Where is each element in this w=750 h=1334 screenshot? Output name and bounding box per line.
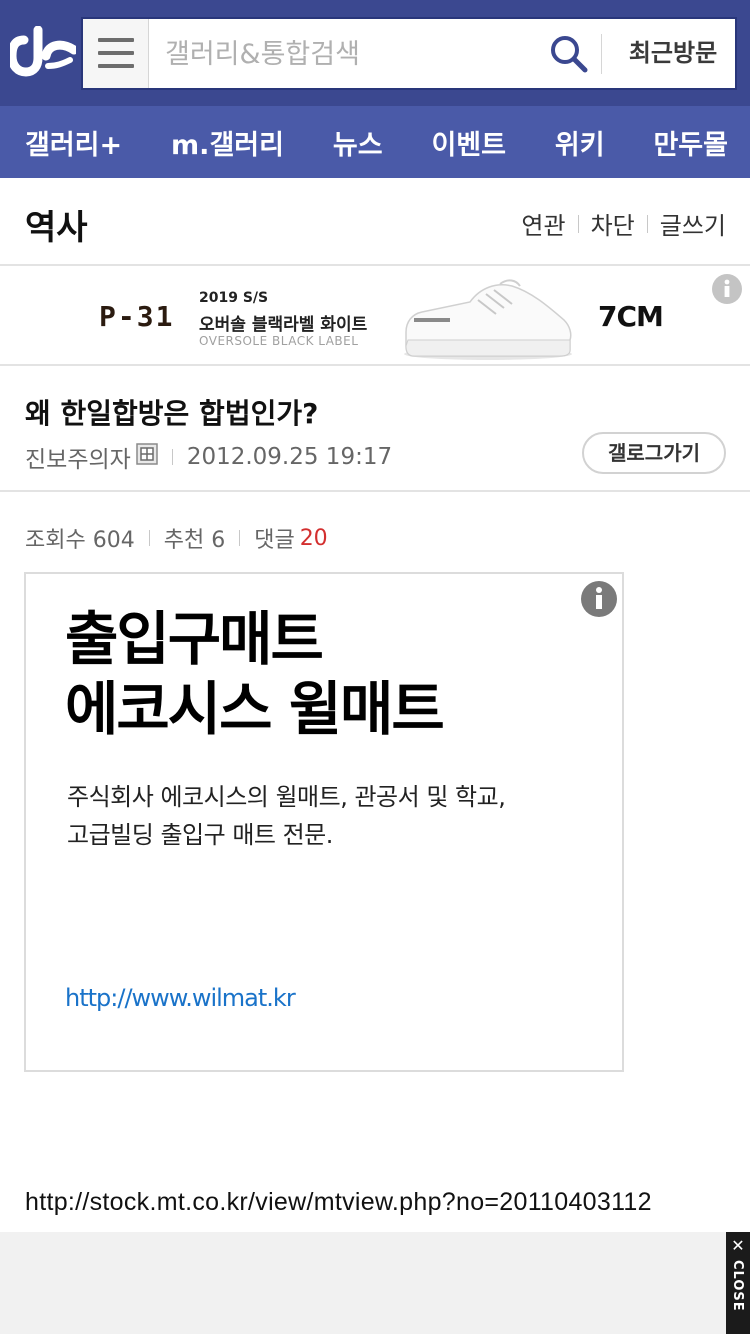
dc-logo-icon[interactable] — [10, 26, 76, 80]
ad-url-link[interactable]: http://www.wilmat.kr — [65, 984, 296, 1012]
gallog-button[interactable]: 갤로그가기 — [582, 432, 726, 474]
nav-item-m-gallery[interactable]: m.갤러리 — [171, 123, 284, 162]
ad-season: 2019 S/S — [199, 290, 269, 306]
close-ad-button[interactable]: ✕ CLOSE — [726, 1232, 750, 1334]
divider — [646, 214, 648, 233]
nav-item-wiki[interactable]: 위키 — [555, 123, 605, 162]
ad-height-label: 7CM — [598, 300, 664, 333]
info-icon[interactable] — [712, 274, 742, 304]
post-stats: 조회수 604 추천 6 댓글 20 — [25, 522, 328, 554]
post-body-link[interactable]: http://stock.mt.co.kr/view/mtview.php?no… — [25, 1188, 652, 1217]
ad-product-label: OVERSOLE BLACK LABEL — [199, 334, 359, 348]
main-nav: 갤러리+ m.갤러리 뉴스 이벤트 위키 만두몰 — [0, 106, 750, 178]
post-meta: 진보주의자 2012.09.25 19:17 — [25, 440, 392, 474]
ad-headline: 출입구매트 에코시스 윌매트 — [65, 604, 445, 744]
divider — [148, 530, 150, 546]
post-author[interactable]: 진보주의자 — [25, 440, 131, 474]
view-count: 조회수 604 — [25, 528, 135, 553]
ad-description: 주식회사 에코시스의 윌매트, 관공서 및 학교, 고급빌딩 출입구 매트 전문… — [67, 778, 607, 854]
ad-description-line2: 고급빌딩 출입구 매트 전문. — [67, 821, 333, 849]
banner-ad[interactable]: P-31 2019 S/S 오버솔 블랙라벨 화이트 OVERSOLE BLAC… — [0, 266, 750, 366]
search-input[interactable] — [165, 33, 545, 75]
ad-headline-line1: 출입구매트 — [65, 605, 324, 673]
gallery-header: 역사 연관 차단 글쓰기 — [0, 178, 750, 266]
info-icon[interactable] — [580, 580, 618, 618]
close-label: CLOSE — [730, 1260, 745, 1312]
nav-item-event[interactable]: 이벤트 — [431, 123, 506, 162]
shoe-image — [404, 279, 572, 360]
block-button[interactable]: 차단 — [591, 206, 635, 241]
content-ad[interactable]: 출입구매트 에코시스 윌매트 주식회사 에코시스의 윌매트, 관공서 및 학교,… — [24, 572, 624, 1072]
ad-description-line1: 주식회사 에코시스의 윌매트, 관공서 및 학교, — [67, 783, 506, 811]
divider — [171, 449, 173, 465]
divider — [239, 530, 241, 546]
bottom-ad-bar[interactable] — [0, 1232, 750, 1334]
post-title: 왜 한일합방은 합법인가? — [25, 397, 319, 430]
nav-item-news[interactable]: 뉴스 — [333, 123, 383, 162]
post-datetime: 2012.09.25 19:17 — [186, 444, 393, 470]
related-button[interactable]: 연관 — [521, 206, 565, 241]
recommend-count: 추천 6 — [163, 528, 226, 553]
divider — [601, 34, 602, 74]
ad-headline-line2: 에코시스 윌매트 — [65, 675, 445, 743]
write-button[interactable]: 글쓰기 — [660, 206, 726, 241]
gallery-actions: 연관 차단 글쓰기 — [521, 206, 726, 241]
post-header: 왜 한일합방은 합법인가? 진보주의자 2012.09.25 19:17 갤로그… — [0, 368, 750, 492]
search-icon[interactable] — [549, 34, 589, 74]
recent-visit-button[interactable]: 최근방문 — [611, 19, 735, 88]
search-box: 최근방문 — [81, 17, 737, 90]
divider — [577, 214, 579, 233]
close-icon: ✕ — [731, 1236, 745, 1255]
comment-label[interactable]: 댓글 — [254, 522, 294, 554]
menu-button[interactable] — [83, 19, 149, 88]
comment-count[interactable]: 20 — [300, 526, 328, 551]
nav-item-gallery-plus[interactable]: 갤러리+ — [25, 123, 122, 162]
nav-item-mandumall[interactable]: 만두몰 — [653, 123, 728, 162]
top-header: 최근방문 — [0, 0, 750, 106]
ad-brand: P-31 — [99, 300, 175, 333]
ad-product-name: 오버솔 블랙라벨 화이트 — [199, 315, 368, 335]
gallery-title[interactable]: 역사 — [25, 200, 88, 249]
hamburger-menu-icon — [98, 38, 134, 42]
fixed-user-icon — [136, 443, 158, 465]
